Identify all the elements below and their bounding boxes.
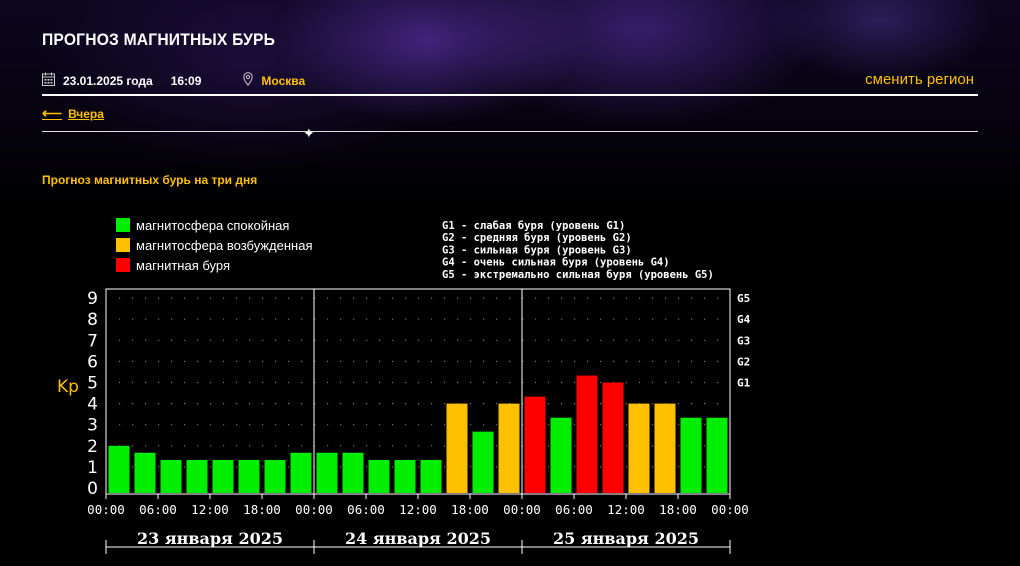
- x-tick-label: 00:00: [711, 502, 749, 517]
- g-level-label: G1: [737, 377, 751, 390]
- g-level-label: G3: [737, 334, 750, 347]
- g-level-legend-item: G4 - очень сильная буря (уровень G4): [442, 257, 670, 269]
- g-level-legend-item: G5 - экстремально сильная буря (уровень …: [442, 269, 714, 281]
- y-tick-label: 5: [87, 374, 98, 394]
- kp-bar: [134, 452, 156, 493]
- y-tick-label: 7: [87, 331, 98, 351]
- y-tick-label: 8: [87, 310, 98, 330]
- y-tick-label: 3: [87, 416, 98, 436]
- x-tick-label: 18:00: [451, 502, 489, 517]
- g-level-label: G5: [737, 292, 750, 305]
- kp-bar: [420, 459, 442, 493]
- kp-bar: [680, 417, 702, 493]
- kp-bar: [446, 403, 468, 493]
- legend-swatch: [116, 258, 130, 272]
- y-tick-label: 2: [87, 437, 98, 457]
- kp-bar: [186, 459, 208, 493]
- x-tick-label: 00:00: [87, 502, 125, 517]
- kp-bar: [550, 417, 572, 493]
- x-tick-label: 00:00: [503, 502, 541, 517]
- kp-bar: [472, 431, 494, 493]
- kp-bar: [108, 445, 130, 493]
- x-tick-label: 06:00: [347, 502, 385, 517]
- g-level-legend-item: G2 - средняя буря (уровень G2): [442, 232, 632, 244]
- g-level-legend-item: G1 - слабая буря (уровень G1): [442, 220, 625, 232]
- kp-bar: [342, 452, 364, 493]
- y-axis-label: Kp: [57, 377, 79, 397]
- x-tick-label: 18:00: [243, 502, 281, 517]
- kp-bar: [706, 417, 728, 493]
- day-label: 25 января 2025: [553, 529, 699, 548]
- x-tick-label: 12:00: [399, 502, 437, 517]
- x-tick-label: 00:00: [295, 502, 333, 517]
- x-tick-label: 06:00: [555, 502, 593, 517]
- g-level-label: G2: [737, 355, 750, 368]
- y-tick-label: 9: [87, 289, 98, 309]
- legend-label: магнитосфера спокойная: [136, 218, 289, 233]
- legend-swatch: [116, 218, 130, 232]
- day-label: 23 января 2025: [137, 529, 283, 548]
- kp-forecast-chart: магнитосфера спокойная магнитосфера возбу…: [57, 218, 751, 554]
- kp-bar: [576, 375, 598, 493]
- x-tick-label: 06:00: [139, 502, 177, 517]
- legend-swatch: [116, 238, 130, 252]
- kp-bar: [394, 459, 416, 493]
- kp-bar: [316, 452, 338, 493]
- kp-bar: [498, 403, 520, 493]
- y-tick-label: 4: [87, 395, 98, 415]
- x-tick-label: 18:00: [659, 502, 697, 517]
- kp-bar: [368, 459, 390, 493]
- kp-bar: [654, 403, 676, 493]
- y-tick-label: 6: [87, 352, 98, 372]
- day-label: 24 января 2025: [345, 529, 491, 548]
- kp-bar: [160, 459, 182, 493]
- g-level-legend-item: G3 - сильная буря (уровень G3): [442, 244, 632, 256]
- y-tick-label: 0: [87, 479, 98, 499]
- kp-bar: [628, 403, 650, 493]
- kp-bar: [290, 452, 312, 493]
- y-tick-label: 1: [87, 458, 98, 478]
- x-tick-label: 12:00: [191, 502, 229, 517]
- kp-bar: [602, 382, 624, 493]
- legend-label: магнитная буря: [136, 258, 230, 273]
- kp-bar: [238, 459, 260, 493]
- legend-label: магнитосфера возбужденная: [136, 238, 313, 253]
- kp-bar: [212, 459, 234, 493]
- g-level-label: G4: [737, 313, 751, 326]
- kp-bar: [264, 459, 286, 493]
- x-tick-label: 12:00: [607, 502, 645, 517]
- kp-bar: [524, 396, 546, 493]
